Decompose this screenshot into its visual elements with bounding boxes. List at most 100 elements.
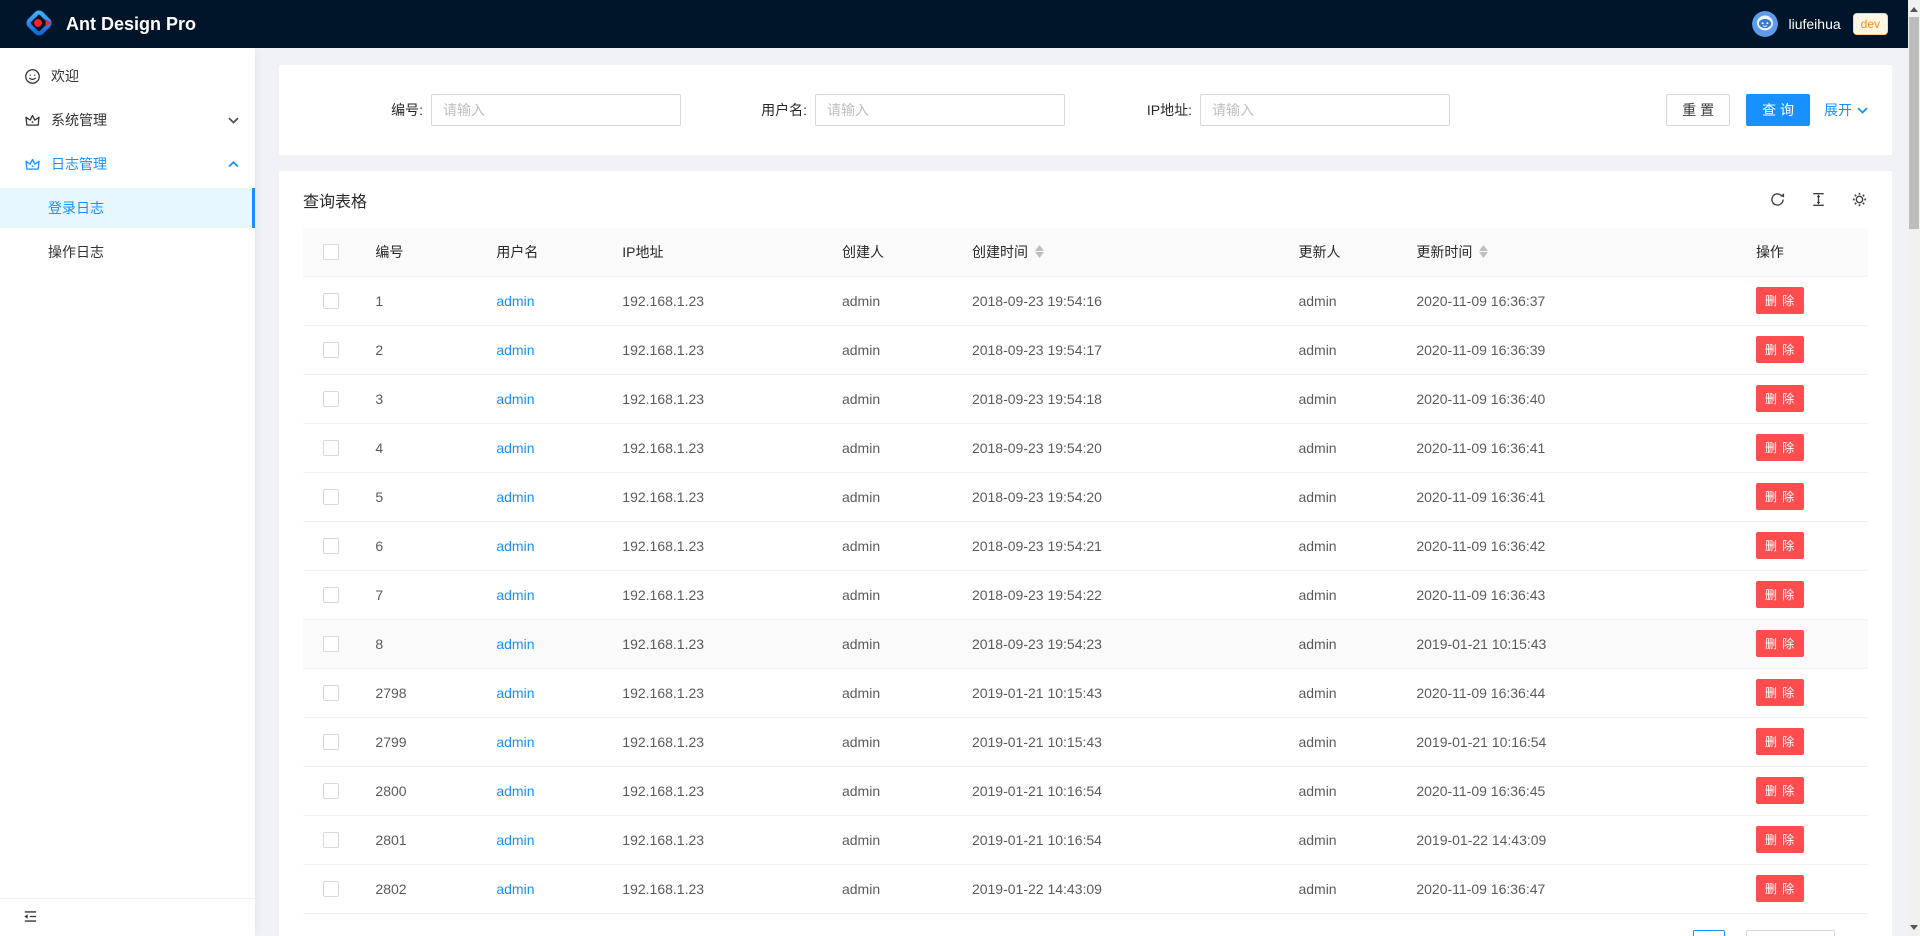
ip-input[interactable] — [1200, 94, 1450, 126]
username-link[interactable]: admin — [496, 636, 534, 652]
column-header-created-time[interactable]: 创建时间 — [956, 228, 1283, 276]
delete-button[interactable]: 删 除 — [1756, 777, 1804, 804]
sort-icons[interactable] — [1035, 245, 1044, 258]
browser-scrollbar[interactable] — [1908, 0, 1920, 936]
cell-ip: 192.168.1.23 — [606, 472, 826, 521]
username-link[interactable]: admin — [496, 342, 534, 358]
row-checkbox[interactable] — [323, 342, 339, 358]
delete-button[interactable]: 删 除 — [1756, 385, 1804, 412]
row-checkbox[interactable] — [323, 783, 339, 799]
row-checkbox[interactable] — [323, 489, 339, 505]
pagination-current-page[interactable] — [1693, 930, 1725, 936]
row-checkbox[interactable] — [323, 636, 339, 652]
scrollbar-down-arrow[interactable] — [1908, 920, 1920, 934]
username-link[interactable]: admin — [496, 881, 534, 897]
reload-icon[interactable] — [1769, 191, 1786, 208]
delete-button[interactable]: 删 除 — [1756, 826, 1804, 853]
sidebar-item-label: 日志管理 — [51, 154, 107, 174]
sidebar-item-log-management[interactable]: 日志管理 — [0, 144, 255, 184]
cell-id: 5 — [359, 472, 480, 521]
scrollbar-thumb[interactable] — [1909, 17, 1919, 229]
username-link[interactable]: admin — [496, 734, 534, 750]
cell-created-time: 2019-01-21 10:15:43 — [956, 717, 1283, 766]
row-checkbox[interactable] — [323, 538, 339, 554]
sidebar-item-welcome[interactable]: 欢迎 — [0, 56, 255, 96]
pagination-page-size-select[interactable] — [1746, 930, 1835, 936]
table-header-row: 编号 用户名 IP地址 创建人 创建时间 — [303, 228, 1868, 276]
delete-button[interactable]: 删 除 — [1756, 581, 1804, 608]
scrollbar-up-arrow[interactable] — [1908, 2, 1920, 16]
row-checkbox[interactable] — [323, 293, 339, 309]
table-row: 2802 admin 192.168.1.23 admin 2019-01-22… — [303, 864, 1868, 913]
sort-icons[interactable] — [1479, 245, 1488, 258]
sidebar-item-login-log[interactable]: 登录日志 — [0, 188, 255, 228]
sidebar-item-system-management[interactable]: 系统管理 — [0, 100, 255, 140]
user-avatar[interactable] — [1752, 11, 1778, 37]
username-link[interactable]: admin — [496, 783, 534, 799]
username-link[interactable]: admin — [496, 391, 534, 407]
row-checkbox[interactable] — [323, 587, 339, 603]
select-all-checkbox[interactable] — [323, 244, 339, 260]
delete-button[interactable]: 删 除 — [1756, 434, 1804, 461]
username-input[interactable] — [815, 94, 1065, 126]
delete-button[interactable]: 删 除 — [1756, 630, 1804, 657]
logo[interactable]: Ant Design Pro — [24, 8, 196, 41]
table-title: 查询表格 — [303, 188, 367, 212]
username-link[interactable]: admin — [496, 440, 534, 456]
cell-id: 3 — [359, 374, 480, 423]
cell-id: 2 — [359, 325, 480, 374]
column-header-creator: 创建人 — [826, 228, 956, 276]
sidebar-menu: 欢迎 系统管理 日志管理 — [0, 48, 255, 898]
sidebar-footer — [0, 898, 255, 936]
table-row: 2799 admin 192.168.1.23 admin 2019-01-21… — [303, 717, 1868, 766]
username-link[interactable]: admin — [496, 293, 534, 309]
id-input[interactable] — [431, 94, 681, 126]
delete-button[interactable]: 删 除 — [1756, 287, 1804, 314]
username-link[interactable]: admin — [496, 489, 534, 505]
row-checkbox[interactable] — [323, 685, 339, 701]
delete-button[interactable]: 删 除 — [1756, 336, 1804, 363]
cell-id: 6 — [359, 521, 480, 570]
cell-updater: admin — [1282, 325, 1400, 374]
username-link[interactable]: admin — [496, 685, 534, 701]
cell-creator: admin — [826, 374, 956, 423]
cell-ip: 192.168.1.23 — [606, 521, 826, 570]
menu-fold-icon[interactable] — [22, 908, 39, 928]
delete-button[interactable]: 删 除 — [1756, 483, 1804, 510]
row-checkbox[interactable] — [323, 440, 339, 456]
table-card: 查询表格 — [279, 171, 1892, 936]
username-link[interactable]: admin — [496, 587, 534, 603]
cell-updater: admin — [1282, 864, 1400, 913]
row-checkbox[interactable] — [323, 881, 339, 897]
cell-created-time: 2019-01-21 10:16:54 — [956, 766, 1283, 815]
username-link[interactable]: admin — [496, 538, 534, 554]
cell-ip: 192.168.1.23 — [606, 374, 826, 423]
sidebar-item-operation-log[interactable]: 操作日志 — [0, 232, 255, 272]
query-button[interactable]: 查 询 — [1746, 94, 1810, 126]
cell-creator: admin — [826, 570, 956, 619]
column-header-updated-time[interactable]: 更新时间 — [1400, 228, 1740, 276]
delete-button[interactable]: 删 除 — [1756, 875, 1804, 902]
cell-ip: 192.168.1.23 — [606, 864, 826, 913]
user-name[interactable]: liufeihua — [1788, 16, 1840, 32]
row-checkbox[interactable] — [323, 832, 339, 848]
delete-button[interactable]: 删 除 — [1756, 532, 1804, 559]
cell-updater: admin — [1282, 570, 1400, 619]
cell-id: 2799 — [359, 717, 480, 766]
cell-id: 1 — [359, 276, 480, 325]
row-checkbox[interactable] — [323, 734, 339, 750]
delete-button[interactable]: 删 除 — [1756, 679, 1804, 706]
expand-toggle[interactable]: 展开 — [1824, 100, 1868, 120]
sidebar-item-label: 登录日志 — [48, 198, 104, 218]
cell-id: 2801 — [359, 815, 480, 864]
username-link[interactable]: admin — [496, 832, 534, 848]
cell-created-time: 2018-09-23 19:54:18 — [956, 374, 1283, 423]
table-row: 2801 admin 192.168.1.23 admin 2019-01-21… — [303, 815, 1868, 864]
row-checkbox[interactable] — [323, 391, 339, 407]
reset-button[interactable]: 重 置 — [1666, 94, 1730, 126]
cell-id: 8 — [359, 619, 480, 668]
cell-updated-time: 2020-11-09 16:36:47 — [1400, 864, 1740, 913]
setting-icon[interactable] — [1851, 191, 1868, 208]
column-height-icon[interactable] — [1810, 191, 1827, 208]
delete-button[interactable]: 删 除 — [1756, 728, 1804, 755]
